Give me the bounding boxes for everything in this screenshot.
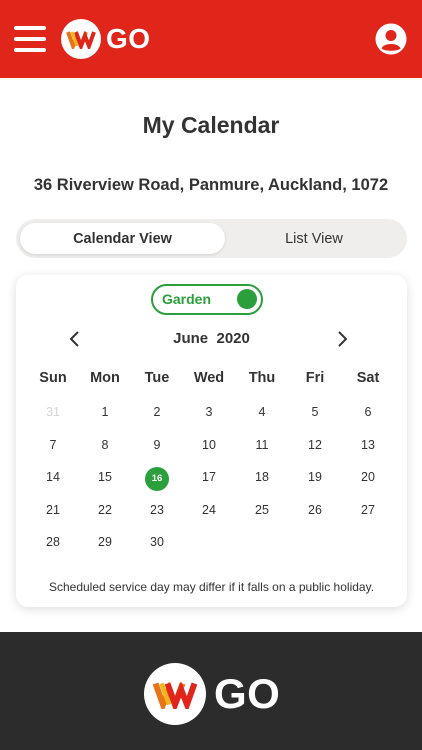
footer-logo: GO	[144, 663, 280, 725]
calendar-day[interactable]: 22	[79, 497, 131, 523]
calendar-card: Garden June 2020 Sun Mon Tue Wed Thu Fri Sat 3…	[16, 275, 407, 607]
footer-logo-text: GO	[214, 670, 281, 717]
logo-text: GO	[106, 23, 151, 54]
weekday-label: Thu	[248, 370, 276, 386]
calendar-day[interactable]: 23	[131, 497, 183, 523]
calendar-day[interactable]: 12	[289, 432, 341, 458]
weekday-label: Sat	[356, 370, 380, 386]
property-address: 36 Riverview Road, Panmure, Auckland, 10…	[33, 176, 389, 194]
calendar-day[interactable]: 13	[342, 432, 394, 458]
calendar-day[interactable]: 2	[131, 399, 183, 425]
hamburger-menu-icon[interactable]	[14, 26, 48, 52]
toggle-knob	[237, 289, 257, 309]
calendar-day[interactable]: 3	[183, 399, 235, 425]
calendar-day[interactable]: 10	[183, 432, 235, 458]
calendar-day[interactable]: 26	[289, 497, 341, 523]
app-footer: GO	[0, 632, 422, 750]
calendar-day[interactable]: 14	[27, 464, 79, 490]
calendar-day[interactable]: 1	[79, 399, 131, 425]
calendar-day[interactable]: 15	[79, 464, 131, 490]
weekday-label: Sun	[39, 370, 67, 386]
page-title: My Calendar	[142, 112, 280, 138]
weekday-label: Fri	[305, 370, 325, 386]
chevron-right-icon[interactable]	[330, 327, 354, 351]
calendar-day-service[interactable]: 16	[131, 464, 183, 491]
logo-mark-icon	[144, 663, 206, 725]
tab-list-view[interactable]: List View	[225, 223, 403, 254]
calendar-day[interactable]: 7	[27, 432, 79, 458]
weekday-label: Tue	[144, 370, 170, 386]
calendar-day-outside-month[interactable]: 31	[27, 399, 79, 425]
weekday-label: Wed	[193, 370, 225, 386]
view-toggle: Calendar View List View	[16, 219, 407, 258]
calendar-day[interactable]: 24	[183, 497, 235, 523]
weekday-label: Mon	[90, 370, 120, 386]
calendar-day[interactable]: 6	[342, 399, 394, 425]
calendar-day[interactable]: 18	[236, 464, 288, 490]
calendar-day[interactable]: 9	[131, 432, 183, 458]
garden-filter-toggle[interactable]: Garden	[151, 284, 263, 315]
calendar-day[interactable]: 5	[289, 399, 341, 425]
calendar-day[interactable]: 4	[236, 399, 288, 425]
service-day-badge: 16	[145, 467, 169, 491]
header-logo[interactable]: GO	[61, 19, 151, 59]
user-account-icon[interactable]	[375, 23, 407, 55]
calendar-day[interactable]: 20	[342, 464, 394, 490]
calendar-day[interactable]: 29	[79, 529, 131, 555]
calendar-day[interactable]: 19	[289, 464, 341, 490]
holiday-note: Scheduled service day may differ if it f…	[48, 580, 375, 594]
calendar-day[interactable]: 21	[27, 497, 79, 523]
calendar-day[interactable]: 17	[183, 464, 235, 490]
app-header: GO	[0, 0, 422, 78]
calendar-day[interactable]: 28	[27, 529, 79, 555]
calendar-day[interactable]: 27	[342, 497, 394, 523]
calendar-day[interactable]: 8	[79, 432, 131, 458]
tab-calendar-view[interactable]: Calendar View	[20, 223, 225, 254]
garden-filter-label: Garden	[162, 291, 212, 307]
logo-mark-icon	[61, 19, 101, 59]
calendar-day[interactable]: 25	[236, 497, 288, 523]
calendar-day[interactable]: 11	[236, 432, 288, 458]
calendar-day[interactable]: 30	[131, 529, 183, 555]
